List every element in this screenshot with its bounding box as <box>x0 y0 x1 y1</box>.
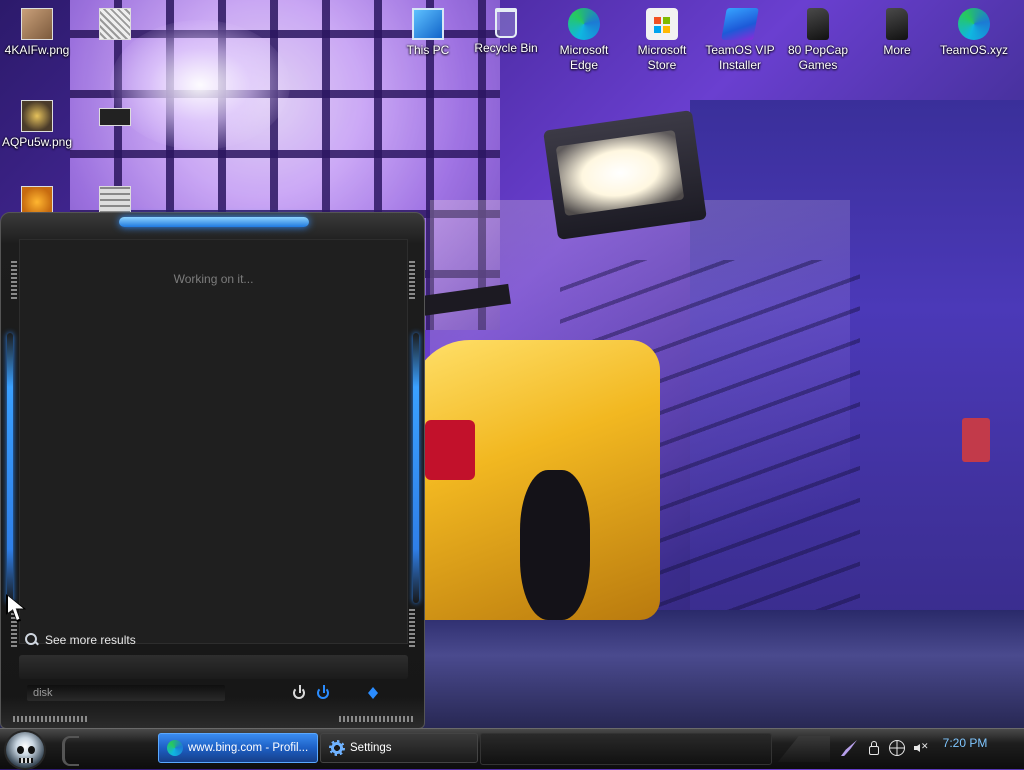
edge-browser-icon <box>568 8 600 40</box>
desktop-icon-image-4[interactable] <box>79 94 151 129</box>
resize-grip-icon[interactable] <box>11 261 17 301</box>
start-menu: Working on it... See more results <box>0 212 425 729</box>
desktop-icon-label: TeamOS VIP Installer <box>705 43 775 72</box>
image-thumbnail-icon <box>21 8 53 40</box>
security-lock-icon[interactable] <box>867 740 883 756</box>
image-thumbnail-icon <box>21 100 53 132</box>
desktop-icon-image-2[interactable] <box>79 2 151 43</box>
search-status-text: Working on it... <box>173 272 254 286</box>
desktop-icon-label: This PC <box>406 43 450 57</box>
store-icon <box>646 8 678 40</box>
start-menu-search-row <box>19 681 408 707</box>
taskbar-divider <box>62 736 79 766</box>
desktop-icon-label: AQPu5w.png <box>1 135 73 149</box>
taskbar-button-edge[interactable]: www.bing.com - Profil... <box>158 733 318 763</box>
taskbar-empty-area[interactable] <box>480 733 772 765</box>
desktop-icon-popcap-games[interactable]: 80 PopCap Games <box>782 2 854 73</box>
shutdown-button[interactable] <box>315 684 333 702</box>
resize-grip-icon[interactable] <box>409 261 415 301</box>
edge-browser-icon <box>167 740 183 756</box>
power-icon[interactable] <box>291 684 309 702</box>
image-thumbnail-icon <box>99 108 131 126</box>
start-button[interactable] <box>4 730 46 770</box>
desktop-icon-recycle-bin[interactable]: Recycle Bin <box>470 2 542 56</box>
search-results-panel: Working on it... <box>19 239 408 644</box>
desktop-icon-label: Microsoft Store <box>637 43 687 72</box>
start-menu-left-glow <box>7 333 13 603</box>
desktop-icon-label: Recycle Bin <box>474 41 538 55</box>
desktop-icon-label: 4KAIFw.png <box>4 43 70 57</box>
edge-browser-icon <box>958 8 990 40</box>
desktop-icon-microsoft-store[interactable]: Microsoft Store <box>626 2 698 73</box>
start-menu-top-accent <box>119 217 309 227</box>
taskbar-button-label: www.bing.com - Profil... <box>188 742 309 754</box>
taskbar-clock[interactable]: 7:20 PM <box>936 733 994 763</box>
desktop-icon-teamos-vip-installer[interactable]: TeamOS VIP Installer <box>704 2 776 73</box>
start-search-input[interactable] <box>27 685 225 701</box>
folder-icon <box>807 8 829 40</box>
desktop-icon-teamos-xyz[interactable]: TeamOS.xyz <box>938 2 1010 58</box>
skull-icon <box>17 746 24 754</box>
installer-icon <box>721 8 759 40</box>
taskbar-button-label: Settings <box>350 742 392 754</box>
start-menu-divider <box>19 655 408 679</box>
computer-icon <box>412 8 444 40</box>
see-more-results-link[interactable]: See more results <box>19 625 408 655</box>
see-more-results-label: See more results <box>45 633 136 647</box>
desktop-icon-more[interactable]: More <box>861 2 933 58</box>
desktop-icon-aqpu5w[interactable]: AQPu5w.png <box>1 94 73 150</box>
gear-icon <box>329 740 345 756</box>
volume-muted-icon[interactable] <box>913 740 929 756</box>
desktop-icon-4kaifw[interactable]: 4KAIFw.png <box>1 2 73 58</box>
desktop-icon-label: Microsoft Edge <box>559 43 609 72</box>
resize-grip-icon[interactable] <box>339 716 413 722</box>
recycle-bin-icon <box>495 8 517 38</box>
start-menu-right-glow <box>413 333 419 603</box>
search-icon <box>25 633 39 647</box>
folder-icon <box>886 8 908 40</box>
resize-grip-icon[interactable] <box>409 609 415 649</box>
resize-grip-icon[interactable] <box>13 716 87 722</box>
desktop-icon-microsoft-edge[interactable]: Microsoft Edge <box>548 2 620 73</box>
desktop-icon-label: More <box>883 43 911 57</box>
desktop-icon-this-pc[interactable]: This PC <box>392 2 464 58</box>
desktop-icon-label: 80 PopCap Games <box>787 43 849 72</box>
desktop-icon-label: TeamOS.xyz <box>939 43 1008 57</box>
network-globe-icon[interactable] <box>889 740 905 756</box>
taskbar-button-settings[interactable]: Settings <box>320 733 478 763</box>
power-options-arrow-icon[interactable] <box>368 687 378 699</box>
image-thumbnail-icon <box>99 8 131 40</box>
